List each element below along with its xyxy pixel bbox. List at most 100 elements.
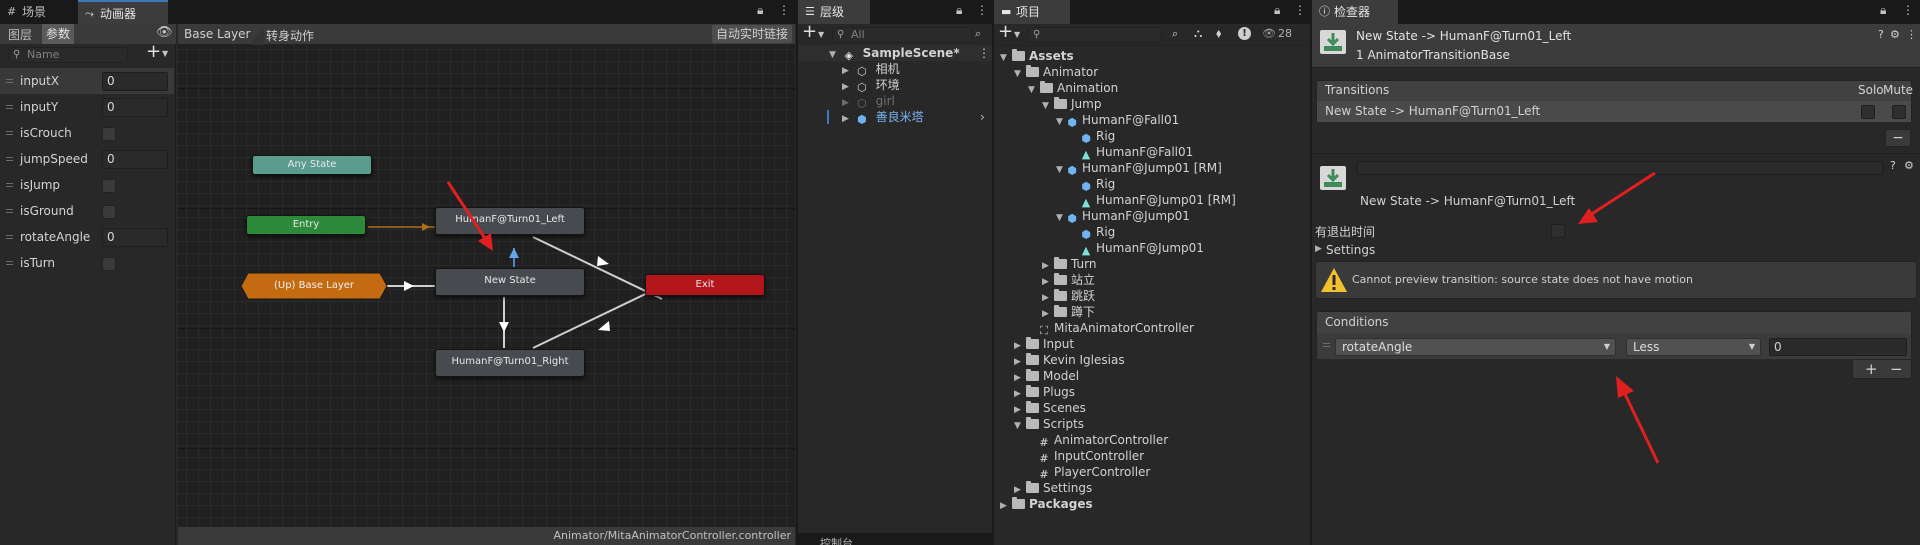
breadcrumb-state-machine[interactable]: 转身动作: [266, 27, 314, 44]
hierarchy-item[interactable]: ▶ ⬡ 环境: [842, 77, 900, 94]
expand-arrow-icon[interactable]: ▼: [829, 47, 839, 63]
transition-row[interactable]: New State -> HumanF@Turn01_Left: [1317, 101, 1911, 122]
project-tree-item[interactable]: ▼ Jump: [1042, 96, 1101, 112]
project-tree-item[interactable]: ▼ Scripts: [1014, 416, 1084, 432]
parameter-row[interactable]: isTurn: [0, 250, 174, 276]
parameter-bool-checkbox[interactable]: [102, 179, 116, 193]
drag-handle-icon[interactable]: [6, 105, 13, 109]
hierarchy-item[interactable]: ▶ ⬡ girl: [842, 93, 895, 110]
menu-icon[interactable]: ⋮: [978, 45, 990, 61]
project-tree-item[interactable]: ▲ HumanF@Jump01 [RM]: [1070, 192, 1236, 209]
parameter-bool-checkbox[interactable]: [102, 205, 116, 219]
parameter-row[interactable]: inputY 0: [0, 94, 174, 120]
project-tree-item[interactable]: ▶ 蹲下: [1042, 304, 1095, 320]
parameter-float-field[interactable]: 0: [102, 228, 168, 247]
tag-icon[interactable]: ⬧: [1216, 26, 1221, 41]
drag-handle-icon[interactable]: [6, 131, 13, 135]
node-entry[interactable]: Entry: [246, 215, 366, 235]
expand-arrow-right-icon[interactable]: ▶: [1000, 498, 1010, 514]
add-condition-button[interactable]: +: [1865, 360, 1878, 378]
tab-inspector[interactable]: ⓘ 检查器: [1312, 0, 1398, 24]
menu-icon[interactable]: ⋮: [1902, 3, 1914, 17]
sub-tab-parameters[interactable]: 参数: [42, 24, 75, 44]
expand-arrow-down-icon[interactable]: ▼: [1056, 114, 1066, 130]
parameter-row[interactable]: isCrouch: [0, 120, 174, 146]
condition-value-field[interactable]: 0: [1769, 338, 1907, 356]
menu-icon[interactable]: ⋮: [1294, 3, 1306, 17]
chevron-down-icon[interactable]: ▼: [818, 30, 824, 39]
menu-icon[interactable]: ⋮: [1906, 28, 1917, 41]
project-tree-item[interactable]: ⬢ Rig: [1070, 224, 1115, 241]
expand-arrow-down-icon[interactable]: ▼: [1014, 66, 1024, 82]
help-icon[interactable]: ?: [1878, 28, 1884, 41]
state-machine-graph[interactable]: Any State Entry (Up) Base Layer HumanF@T…: [178, 45, 795, 527]
info-icon[interactable]: !: [1238, 27, 1251, 40]
expand-arrow-icon[interactable]: ▶: [842, 111, 852, 127]
project-search-input[interactable]: ⚲: [1028, 27, 1162, 43]
expand-arrow-down-icon[interactable]: ▼: [1056, 162, 1066, 178]
breadcrumb-base-layer[interactable]: Base Layer: [184, 27, 251, 41]
project-tree-item[interactable]: ▼ Animation: [1028, 80, 1118, 96]
parameter-row[interactable]: rotateAngle 0: [0, 224, 174, 250]
project-tree-item[interactable]: ▶ 站立: [1042, 272, 1095, 288]
lock-icon[interactable]: 🔒︎: [1274, 3, 1280, 18]
drag-handle-icon[interactable]: [6, 157, 13, 161]
has-exit-time-checkbox[interactable]: [1551, 224, 1565, 238]
project-tree-item[interactable]: ⛶ MitaAnimatorController: [1028, 320, 1194, 337]
hierarchy-item[interactable]: ▶ ⬢ 善良米塔 ›: [827, 109, 985, 127]
node-up-base-layer[interactable]: (Up) Base Layer: [240, 272, 388, 300]
parameter-float-field[interactable]: 0: [102, 98, 168, 117]
expand-arrow-down-icon[interactable]: ▼: [1028, 82, 1038, 98]
project-tree-item[interactable]: ▲ HumanF@Fall01: [1070, 144, 1194, 161]
settings-icon[interactable]: ⚙: [1890, 28, 1900, 41]
parameter-float-field[interactable]: 0: [102, 150, 168, 169]
help-icon[interactable]: ?: [1890, 159, 1896, 172]
mute-checkbox[interactable]: [1892, 105, 1906, 119]
project-tree-item[interactable]: ⬢ Rig: [1070, 128, 1115, 145]
drag-handle-icon[interactable]: [6, 79, 13, 83]
settings-foldout[interactable]: ▶ Settings: [1312, 242, 1920, 260]
project-tree-item[interactable]: ▼ ⬢ HumanF@Jump01 [RM]: [1056, 160, 1222, 178]
expand-arrow-down-icon[interactable]: ▼: [1042, 98, 1052, 114]
drag-handle-icon[interactable]: [6, 261, 13, 265]
project-tree-item[interactable]: ▶ Settings: [1014, 480, 1092, 496]
drag-handle-icon[interactable]: [6, 235, 13, 239]
condition-mode-dropdown[interactable]: Less ▼: [1626, 338, 1761, 356]
parameter-row[interactable]: isJump: [0, 172, 174, 198]
chevron-down-icon[interactable]: ▼: [162, 49, 168, 58]
add-parameter-button[interactable]: +: [146, 41, 161, 62]
project-tree-item[interactable]: ▶ Packages: [1000, 496, 1093, 512]
chevron-right-icon[interactable]: ›: [980, 109, 985, 125]
expand-arrow-down-icon[interactable]: ▼: [1056, 210, 1066, 226]
scene-row[interactable]: ▼ ◈ SampleScene* ⋮: [798, 45, 992, 63]
lock-icon[interactable]: 🔒︎: [757, 3, 763, 18]
drag-handle-icon[interactable]: [6, 209, 13, 213]
project-tree-item[interactable]: ▼ Assets: [1000, 48, 1074, 64]
node-exit[interactable]: Exit: [645, 274, 765, 296]
hierarchy-search-input[interactable]: ⚲ All: [832, 27, 972, 43]
project-tree-item[interactable]: ▶ Kevin Iglesias: [1014, 352, 1125, 368]
tab-scene[interactable]: # 场景: [0, 0, 78, 24]
chevron-down-icon[interactable]: ▼: [1014, 30, 1020, 39]
project-tree-item[interactable]: ⬢ Rig: [1070, 176, 1115, 193]
settings-icon[interactable]: ⚙: [1904, 159, 1914, 172]
parameter-row[interactable]: jumpSpeed 0: [0, 146, 174, 172]
drag-handle-icon[interactable]: [6, 183, 13, 187]
hierarchy-item[interactable]: ▶ ⬡ 相机: [842, 61, 900, 78]
search-options-icon[interactable]: ⌕: [1172, 27, 1178, 41]
auto-live-link-button[interactable]: 自动实时链接: [712, 25, 793, 43]
menu-icon[interactable]: ⋮: [778, 3, 790, 17]
project-tree-item[interactable]: ▶ Plugs: [1014, 384, 1075, 400]
parameter-row[interactable]: isGround: [0, 198, 174, 224]
remove-condition-button[interactable]: −: [1890, 360, 1903, 378]
condition-parameter-dropdown[interactable]: rotateAngle ▼: [1335, 338, 1616, 356]
sub-tab-layers[interactable]: 图层: [8, 26, 32, 43]
condition-row[interactable]: rotateAngle ▼ Less ▼ 0: [1317, 334, 1911, 359]
project-tree-item[interactable]: ▼ ⬢ HumanF@Fall01: [1056, 112, 1179, 130]
project-tree-item[interactable]: ▼ Animator: [1014, 64, 1098, 80]
project-tree-item[interactable]: ▼ ⬢ HumanF@Jump01: [1056, 208, 1190, 226]
project-tree-item[interactable]: ▶ Model: [1014, 368, 1079, 384]
expand-arrow-down-icon[interactable]: ▼: [1000, 50, 1010, 66]
parameter-search-input[interactable]: ⚲ Name: [8, 47, 128, 63]
eye-icon[interactable]: 👁︎: [156, 25, 173, 40]
